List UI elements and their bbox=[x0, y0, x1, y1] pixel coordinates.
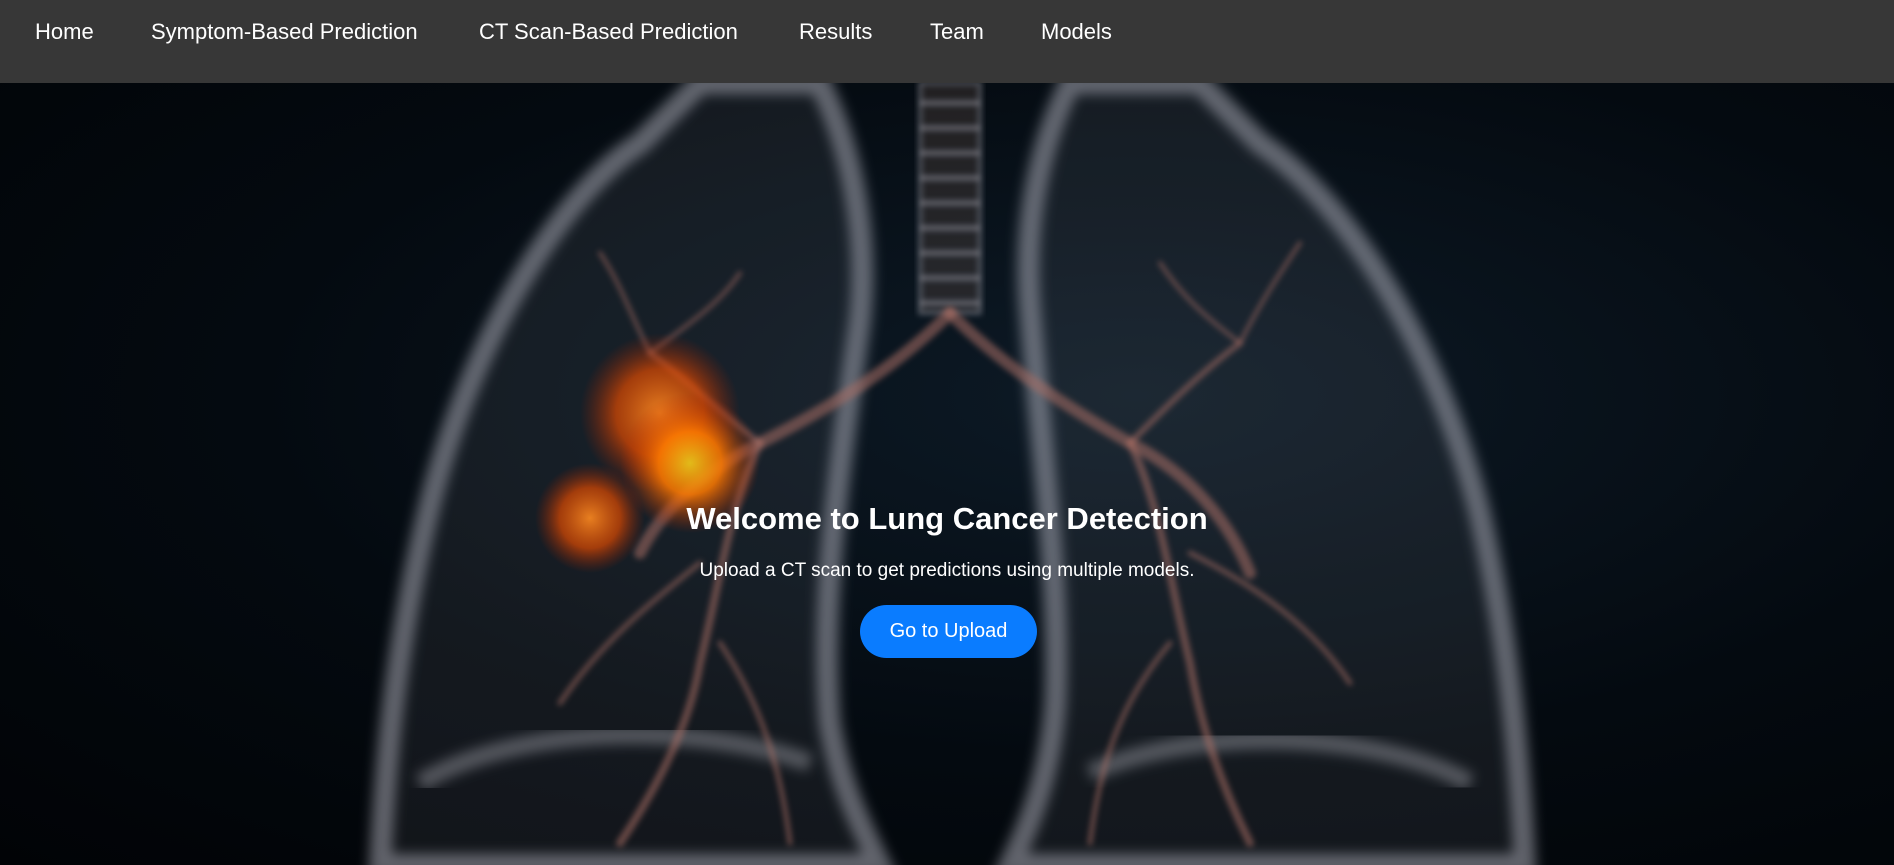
top-navbar: Home Symptom-Based Prediction CT Scan-Ba… bbox=[0, 0, 1894, 83]
go-to-upload-button[interactable]: Go to Upload bbox=[860, 605, 1037, 658]
nav-models[interactable]: Models bbox=[1029, 10, 1124, 54]
nav-ct-scan-based-prediction[interactable]: CT Scan-Based Prediction bbox=[467, 10, 750, 54]
hero-title: Welcome to Lung Cancer Detection bbox=[686, 501, 1208, 536]
hero-subtitle: Upload a CT scan to get predictions usin… bbox=[699, 560, 1195, 581]
nav-results[interactable]: Results bbox=[787, 10, 884, 54]
nav-team[interactable]: Team bbox=[918, 10, 996, 54]
nav-symptom-based-prediction[interactable]: Symptom-Based Prediction bbox=[139, 10, 430, 54]
nav-home[interactable]: Home bbox=[23, 10, 106, 54]
trachea bbox=[918, 83, 982, 315]
hero-section: Welcome to Lung Cancer Detection Upload … bbox=[0, 83, 1894, 865]
lung-illustration-background bbox=[368, 83, 1537, 865]
